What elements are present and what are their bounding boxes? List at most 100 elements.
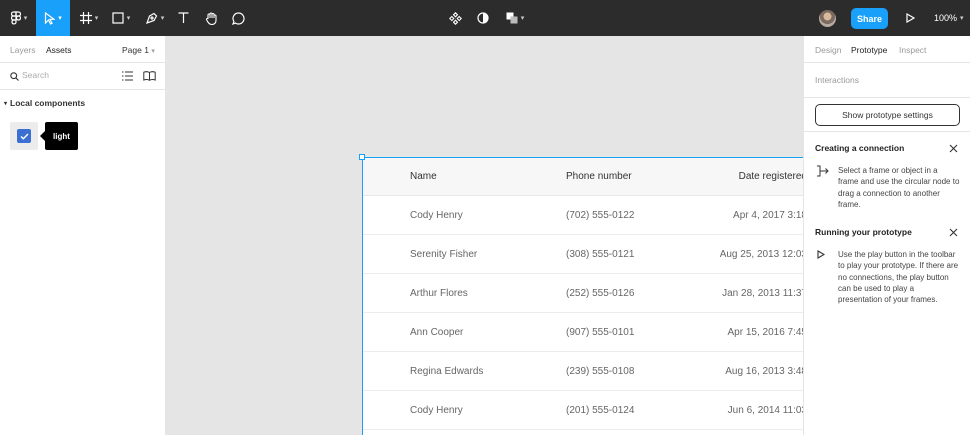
cell-date: Apr 4, 2017 3:18 [733, 209, 803, 221]
prototype-settings-row: Show prototype settings [804, 98, 970, 132]
tab-design[interactable]: Design [815, 45, 841, 55]
chevron-down-icon: ▾ [58, 15, 62, 22]
canvas[interactable]: Name Phone number Date registered Cody H… [166, 36, 803, 435]
cell-phone: (702) 555-0122 [566, 209, 635, 221]
cell-phone: (239) 555-0108 [566, 365, 635, 377]
team-library-icon[interactable] [143, 71, 156, 81]
local-components-title: Local components [10, 98, 86, 108]
play-icon [905, 13, 915, 23]
chevron-down-icon: ▾ [23, 15, 28, 22]
main-menu-button[interactable]: ▾ [4, 0, 34, 36]
left-panel: Layers Assets Page 1 ▾ ▾ Local component… [0, 36, 166, 435]
component-tooltip: light [40, 122, 78, 150]
rectangle-icon [112, 12, 124, 24]
pen-icon [145, 12, 157, 24]
pen-tool-button[interactable]: ▾ [140, 0, 170, 36]
cell-name: Regina Edwards [410, 365, 484, 377]
chevron-down-icon: ▾ [960, 15, 964, 22]
show-prototype-settings-button[interactable]: Show prototype settings [815, 104, 960, 126]
interactions-section: Interactions [804, 63, 970, 98]
chevron-down-icon: ▾ [4, 100, 8, 107]
component-thumbnail[interactable] [10, 122, 38, 150]
frame-tool-button[interactable]: ▾ [74, 0, 104, 36]
section-title: Running your prototype [815, 227, 912, 237]
comment-tool-button[interactable] [228, 0, 248, 36]
chevron-down-icon: ▾ [126, 15, 131, 22]
cell-phone: (252) 555-0126 [566, 287, 635, 299]
boolean-operations-button[interactable]: ▾ [502, 0, 528, 36]
comment-icon [231, 11, 245, 25]
left-panel-tabs: Layers Assets Page 1 ▾ [0, 36, 165, 63]
chevron-down-icon: ▾ [94, 15, 99, 22]
cell-name: Cody Henry [410, 404, 463, 416]
cell-date: Aug 16, 2013 3:48 [725, 365, 803, 377]
column-header-name: Name [410, 171, 437, 182]
create-component-button[interactable] [446, 0, 464, 36]
section-text: Select a frame or object in a frame and … [838, 166, 960, 209]
table-row: Arthur Flores (252) 555-0126 Jan 28, 2013 … [363, 274, 803, 313]
play-icon [817, 250, 825, 259]
contrast-icon [477, 12, 489, 24]
table-row: Regina Edwards (239) 555-0108 Aug 16, 2013… [363, 352, 803, 391]
tab-inspect[interactable]: Inspect [899, 45, 926, 55]
close-icon[interactable] [947, 142, 959, 154]
cell-date: Aug 25, 2013 12:03 [719, 248, 803, 260]
chevron-down-icon: ▾ [160, 15, 165, 22]
table-row: Serenity Fisher (308) 555-0121 Aug 25, 201… [363, 235, 803, 274]
tab-layers[interactable]: Layers [10, 45, 36, 55]
tab-assets[interactable]: Assets [46, 45, 72, 55]
cell-phone: (308) 555-0121 [566, 248, 635, 260]
close-icon[interactable] [947, 226, 959, 238]
mask-button[interactable] [474, 0, 492, 36]
component-icon [448, 11, 462, 25]
running-prototype-section: Running your prototype Use the play butt… [804, 216, 970, 316]
page-selector[interactable]: Page 1 ▾ [122, 45, 155, 55]
right-panel-tabs: Design Prototype Inspect [804, 36, 970, 63]
interactions-label: Interactions [815, 75, 859, 85]
column-header-date: Date registered [738, 171, 803, 182]
cell-date: Jan 28, 2013 11:37 [722, 287, 803, 299]
page-selector-label: Page 1 [122, 45, 149, 55]
search-icon [10, 72, 19, 81]
local-components-header[interactable]: ▾ Local components [4, 98, 85, 108]
cell-name: Serenity Fisher [410, 248, 478, 260]
text-icon [178, 12, 188, 23]
cell-name: Arthur Flores [410, 287, 468, 299]
table-header: Name Phone number Date registered [363, 158, 803, 196]
connection-icon [817, 165, 829, 177]
zoom-level: 100% [934, 13, 958, 23]
chevron-down-icon: ▾ [151, 48, 155, 55]
move-tool-button[interactable]: ▾ [36, 0, 70, 36]
chevron-down-icon: ▾ [520, 15, 525, 22]
cursor-icon [45, 11, 56, 25]
cell-date: Jun 6, 2014 11:03 [727, 404, 803, 416]
tab-prototype[interactable]: Prototype [851, 45, 887, 55]
table-row: Cody Henry (201) 555-0124 Jun 6, 2014 11:0… [363, 391, 803, 430]
text-tool-button[interactable] [173, 0, 193, 36]
creating-connection-section: Creating a connection Select a frame or … [804, 132, 970, 220]
column-header-phone: Phone number [566, 171, 632, 182]
present-button[interactable] [902, 0, 918, 36]
list-view-icon[interactable] [122, 71, 133, 81]
table-frame[interactable]: Name Phone number Date registered Cody H… [362, 157, 803, 435]
table-row: Ann Cooper (907) 555-0101 Apr 15, 2016 7:4… [363, 313, 803, 352]
cell-name: Ann Cooper [410, 326, 464, 338]
search-input[interactable] [22, 70, 112, 80]
selection-handle[interactable] [359, 154, 365, 160]
top-toolbar: ▾ ▾ ▾ ▾ ▾ ▾ Share 100% ▾ [0, 0, 970, 36]
avatar[interactable] [819, 10, 836, 27]
cell-date: Apr 15, 2016 7:45 [727, 326, 803, 338]
shape-tool-button[interactable]: ▾ [106, 0, 136, 36]
asset-search-bar [0, 63, 165, 90]
boolean-icon [506, 12, 518, 24]
cell-phone: (201) 555-0124 [566, 404, 635, 416]
cell-name: Cody Henry [410, 209, 463, 221]
section-title: Creating a connection [815, 143, 905, 153]
frame-icon [79, 12, 92, 24]
hand-tool-button[interactable] [200, 0, 222, 36]
share-button[interactable]: Share [851, 8, 888, 29]
right-panel: Design Prototype Inspect Interactions Sh… [803, 36, 970, 435]
checkbox-icon [17, 129, 31, 143]
table-row: Cody Henry (702) 555-0122 Apr 4, 2017 3:18 [363, 196, 803, 235]
zoom-dropdown[interactable]: 100% ▾ [934, 0, 964, 36]
